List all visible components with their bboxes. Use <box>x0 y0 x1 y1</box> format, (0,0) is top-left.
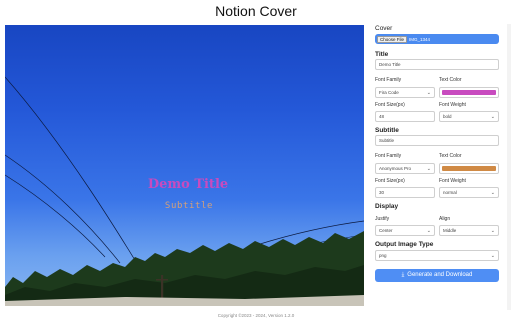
cover-file-name: IMG_1344 <box>409 36 431 42</box>
footer-copyright: Copyright ©2023 - 2024, Version 1.2.0 <box>217 313 295 318</box>
title-font-family-select[interactable]: Fira Code ⌄ <box>375 87 435 98</box>
chevron-down-icon: ⌄ <box>490 253 495 259</box>
download-icon: ⤓ <box>401 272 405 278</box>
title-font-weight-value: bold <box>443 114 452 119</box>
title-font-weight-label: Font Weight <box>439 102 466 108</box>
subtitle-font-family-label: Font Family <box>375 153 402 159</box>
subtitle-font-weight-label: Font Weight <box>439 178 466 184</box>
subtitle-color-swatch <box>442 166 496 171</box>
title-font-family-value: Fira Code <box>379 90 399 95</box>
title-font-size-input[interactable]: 48 <box>375 111 435 122</box>
preview-subtitle: Subtitle <box>164 201 214 211</box>
choose-file-button[interactable]: Choose File <box>377 35 408 43</box>
title-text-color-label: Text Color <box>439 77 462 83</box>
align-value: Middle <box>443 228 457 233</box>
generate-download-label: Generate and Download <box>407 272 473 278</box>
subtitle-font-weight-value: normal <box>443 190 457 195</box>
justify-select[interactable]: Center ⌄ <box>375 225 435 236</box>
settings-panel: Cover Choose File IMG_1344 Title Demo Ti… <box>372 24 505 310</box>
chevron-down-icon: ⌄ <box>490 114 495 120</box>
chevron-down-icon: ⌄ <box>426 228 431 234</box>
chevron-down-icon: ⌄ <box>426 166 431 172</box>
subtitle-color-picker[interactable] <box>439 163 499 174</box>
align-label: Align <box>439 216 451 222</box>
display-section-label: Display <box>375 203 399 210</box>
title-font-size-label: Font Size(px) <box>375 102 405 108</box>
title-color-swatch <box>442 90 496 95</box>
output-type-label: Output Image Type <box>375 241 434 248</box>
preview-background <box>5 76 364 306</box>
app-title: Notion Cover <box>215 3 297 19</box>
panel-scrollbar[interactable] <box>507 24 511 310</box>
cover-label: Cover <box>375 25 393 32</box>
chevron-down-icon: ⌄ <box>490 228 495 234</box>
subtitle-font-size-label: Font Size(px) <box>375 178 405 184</box>
title-font-family-label: Font Family <box>375 77 402 83</box>
output-type-value: png <box>379 253 387 258</box>
title-section-label: Title <box>375 51 389 58</box>
output-type-select[interactable]: png ⌄ <box>375 250 499 261</box>
title-input[interactable]: Demo Title <box>375 59 499 70</box>
subtitle-input[interactable]: Subtitle <box>375 135 499 146</box>
preview-title: Demo Title <box>147 177 229 192</box>
subtitle-section-label: Subtitle <box>375 127 399 134</box>
align-select[interactable]: Middle ⌄ <box>439 225 499 236</box>
subtitle-font-size-input[interactable]: 30 <box>375 187 435 198</box>
title-font-weight-select[interactable]: bold ⌄ <box>439 111 499 122</box>
subtitle-font-family-value: Anonymous Pro <box>379 166 412 171</box>
cover-preview: Demo Title Subtitle <box>5 25 364 306</box>
chevron-down-icon: ⌄ <box>490 190 495 196</box>
subtitle-text-color-label: Text Color <box>439 153 462 159</box>
chevron-down-icon: ⌄ <box>426 90 431 96</box>
generate-download-button[interactable]: ⤓ Generate and Download <box>375 269 499 282</box>
cover-file-input[interactable]: Choose File IMG_1344 <box>375 34 499 44</box>
subtitle-font-family-select[interactable]: Anonymous Pro ⌄ <box>375 163 435 174</box>
justify-value: Center <box>379 228 393 233</box>
title-color-picker[interactable] <box>439 87 499 98</box>
subtitle-font-weight-select[interactable]: normal ⌄ <box>439 187 499 198</box>
pole-crossarm <box>156 279 168 281</box>
justify-label: Justify <box>375 216 390 222</box>
